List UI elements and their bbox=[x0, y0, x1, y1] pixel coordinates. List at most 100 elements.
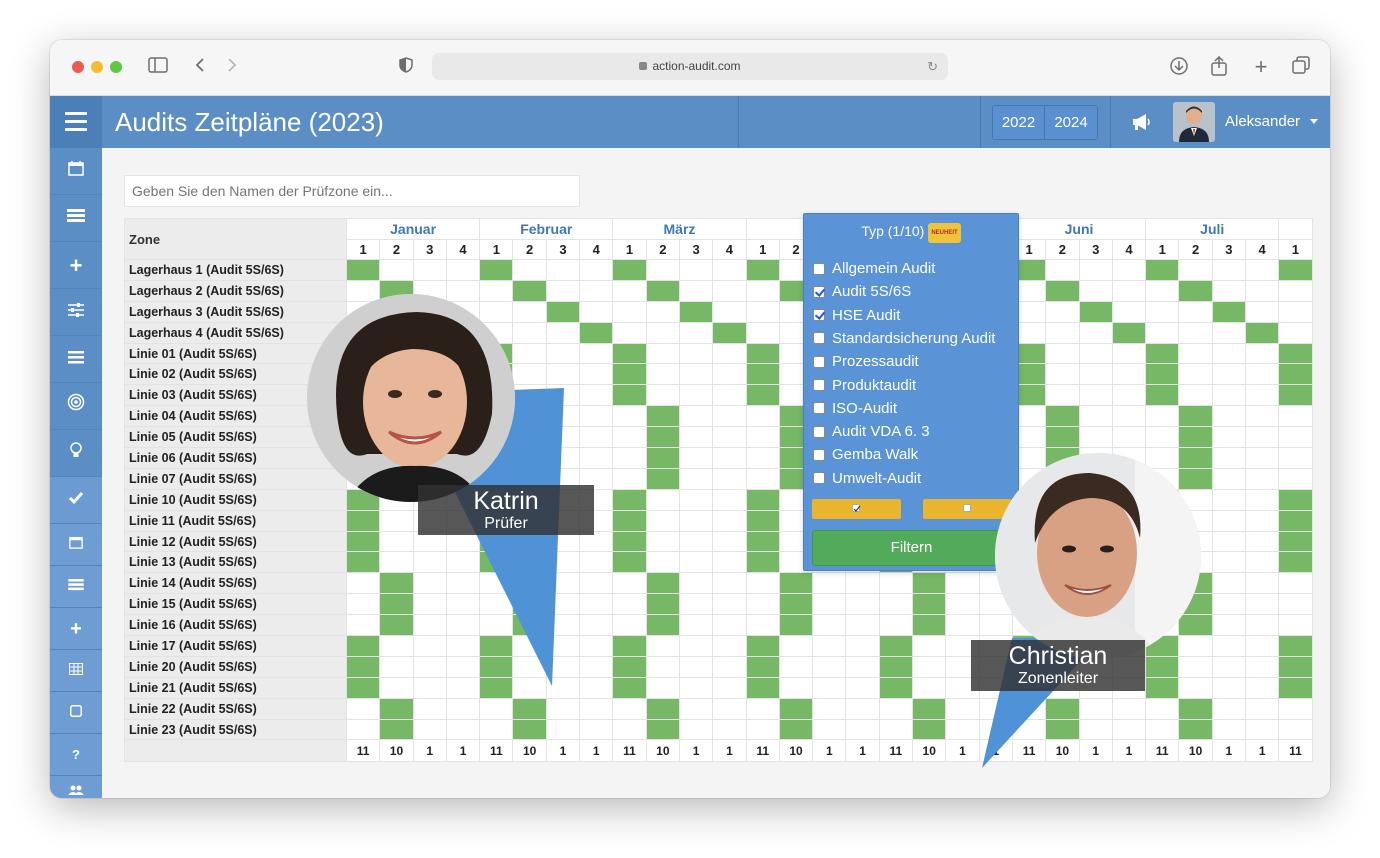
empty-cell[interactable] bbox=[579, 259, 614, 281]
empty-cell[interactable] bbox=[878, 614, 914, 637]
empty-cell[interactable] bbox=[1211, 593, 1247, 616]
scheduled-audit-cell[interactable] bbox=[1278, 363, 1313, 386]
empty-cell[interactable] bbox=[1278, 300, 1313, 323]
scheduled-audit-cell[interactable] bbox=[745, 509, 780, 532]
zoom-window-button[interactable] bbox=[110, 61, 122, 73]
empty-cell[interactable] bbox=[678, 467, 714, 490]
empty-cell[interactable] bbox=[712, 447, 747, 469]
empty-cell[interactable] bbox=[845, 614, 880, 637]
scheduled-audit-cell[interactable] bbox=[1245, 321, 1280, 344]
empty-cell[interactable] bbox=[778, 676, 814, 699]
empty-cell[interactable] bbox=[612, 718, 647, 741]
empty-cell[interactable] bbox=[1278, 593, 1313, 616]
scheduled-audit-cell[interactable] bbox=[745, 530, 780, 553]
empty-cell[interactable] bbox=[1145, 321, 1180, 344]
empty-cell[interactable] bbox=[1245, 426, 1280, 449]
empty-cell[interactable] bbox=[612, 405, 647, 428]
empty-cell[interactable] bbox=[678, 593, 714, 616]
empty-cell[interactable] bbox=[712, 259, 747, 281]
zone-search-input[interactable] bbox=[124, 175, 580, 207]
scheduled-audit-cell[interactable] bbox=[778, 718, 814, 741]
empty-cell[interactable] bbox=[1245, 572, 1280, 595]
scheduled-audit-cell[interactable] bbox=[745, 488, 780, 511]
empty-cell[interactable] bbox=[1078, 259, 1113, 281]
empty-cell[interactable] bbox=[912, 655, 947, 678]
empty-cell[interactable] bbox=[845, 593, 880, 616]
empty-cell[interactable] bbox=[1078, 363, 1113, 386]
type-filter-option[interactable]: Umwelt-Audit bbox=[813, 467, 921, 490]
scheduled-audit-cell[interactable] bbox=[745, 363, 780, 386]
year-button-2024[interactable]: 2024 bbox=[1045, 106, 1097, 139]
empty-cell[interactable] bbox=[778, 655, 814, 678]
empty-cell[interactable] bbox=[1111, 363, 1147, 386]
empty-cell[interactable] bbox=[712, 614, 747, 637]
empty-cell[interactable] bbox=[1278, 447, 1313, 469]
empty-cell[interactable] bbox=[1111, 279, 1147, 302]
empty-cell[interactable] bbox=[445, 259, 481, 281]
tabs-overview-icon[interactable] bbox=[1290, 56, 1312, 78]
empty-cell[interactable] bbox=[778, 635, 814, 657]
empty-cell[interactable] bbox=[579, 300, 614, 323]
empty-cell[interactable] bbox=[1245, 635, 1280, 657]
scheduled-audit-cell[interactable] bbox=[1145, 363, 1180, 386]
empty-cell[interactable] bbox=[845, 635, 880, 657]
scheduled-audit-cell[interactable] bbox=[1178, 718, 1213, 741]
empty-cell[interactable] bbox=[1111, 259, 1147, 281]
scheduled-audit-cell[interactable] bbox=[745, 384, 780, 407]
empty-cell[interactable] bbox=[612, 279, 647, 302]
empty-cell[interactable] bbox=[812, 676, 847, 699]
empty-cell[interactable] bbox=[645, 655, 680, 678]
empty-cell[interactable] bbox=[1245, 384, 1280, 407]
scheduled-audit-cell[interactable] bbox=[1278, 509, 1313, 532]
scheduled-audit-cell[interactable] bbox=[645, 426, 680, 449]
scheduled-audit-cell[interactable] bbox=[512, 697, 547, 720]
empty-cell[interactable] bbox=[745, 405, 780, 428]
empty-cell[interactable] bbox=[579, 279, 614, 302]
sidebar-help-icon[interactable]: ? bbox=[50, 734, 102, 776]
zone-label[interactable]: Linie 22 (Audit 5S/6S) bbox=[124, 697, 347, 720]
scheduled-audit-cell[interactable] bbox=[1045, 279, 1080, 302]
megaphone-icon[interactable] bbox=[1130, 111, 1152, 133]
empty-cell[interactable] bbox=[1278, 718, 1313, 741]
scheduled-audit-cell[interactable] bbox=[745, 551, 780, 574]
empty-cell[interactable] bbox=[645, 488, 680, 511]
empty-cell[interactable] bbox=[1045, 300, 1080, 323]
empty-cell[interactable] bbox=[712, 363, 747, 386]
empty-cell[interactable] bbox=[545, 718, 581, 741]
empty-cell[interactable] bbox=[545, 697, 581, 720]
empty-cell[interactable] bbox=[1245, 718, 1280, 741]
empty-cell[interactable] bbox=[712, 635, 747, 657]
empty-cell[interactable] bbox=[1211, 697, 1247, 720]
empty-cell[interactable] bbox=[379, 259, 414, 281]
checkbox[interactable] bbox=[813, 285, 825, 298]
scheduled-audit-cell[interactable] bbox=[1178, 467, 1213, 490]
empty-cell[interactable] bbox=[1245, 655, 1280, 678]
scheduled-audit-cell[interactable] bbox=[912, 572, 947, 595]
filter-button[interactable]: Filtern bbox=[812, 530, 1011, 566]
scheduled-audit-cell[interactable] bbox=[645, 614, 680, 637]
empty-cell[interactable] bbox=[678, 488, 714, 511]
scheduled-audit-cell[interactable] bbox=[645, 405, 680, 428]
empty-cell[interactable] bbox=[1145, 279, 1180, 302]
empty-cell[interactable] bbox=[412, 259, 447, 281]
empty-cell[interactable] bbox=[479, 300, 514, 323]
scheduled-audit-cell[interactable] bbox=[912, 593, 947, 616]
scheduled-audit-cell[interactable] bbox=[1145, 259, 1180, 281]
empty-cell[interactable] bbox=[1245, 488, 1280, 511]
scheduled-audit-cell[interactable] bbox=[912, 718, 947, 741]
zone-label[interactable]: Lagerhaus 3 (Audit 5S/6S) bbox=[124, 300, 347, 323]
empty-cell[interactable] bbox=[712, 279, 747, 302]
empty-cell[interactable] bbox=[912, 635, 947, 657]
empty-cell[interactable] bbox=[1211, 509, 1247, 532]
empty-cell[interactable] bbox=[1278, 426, 1313, 449]
scheduled-audit-cell[interactable] bbox=[1278, 384, 1313, 407]
scheduled-audit-cell[interactable] bbox=[912, 697, 947, 720]
scheduled-audit-cell[interactable] bbox=[745, 655, 780, 678]
type-filter-option[interactable]: Prozessaudit bbox=[813, 350, 919, 373]
empty-cell[interactable] bbox=[712, 488, 747, 511]
empty-cell[interactable] bbox=[445, 718, 481, 741]
scheduled-audit-cell[interactable] bbox=[612, 488, 647, 511]
empty-cell[interactable] bbox=[878, 593, 914, 616]
empty-cell[interactable] bbox=[712, 718, 747, 741]
empty-cell[interactable] bbox=[1211, 363, 1247, 386]
